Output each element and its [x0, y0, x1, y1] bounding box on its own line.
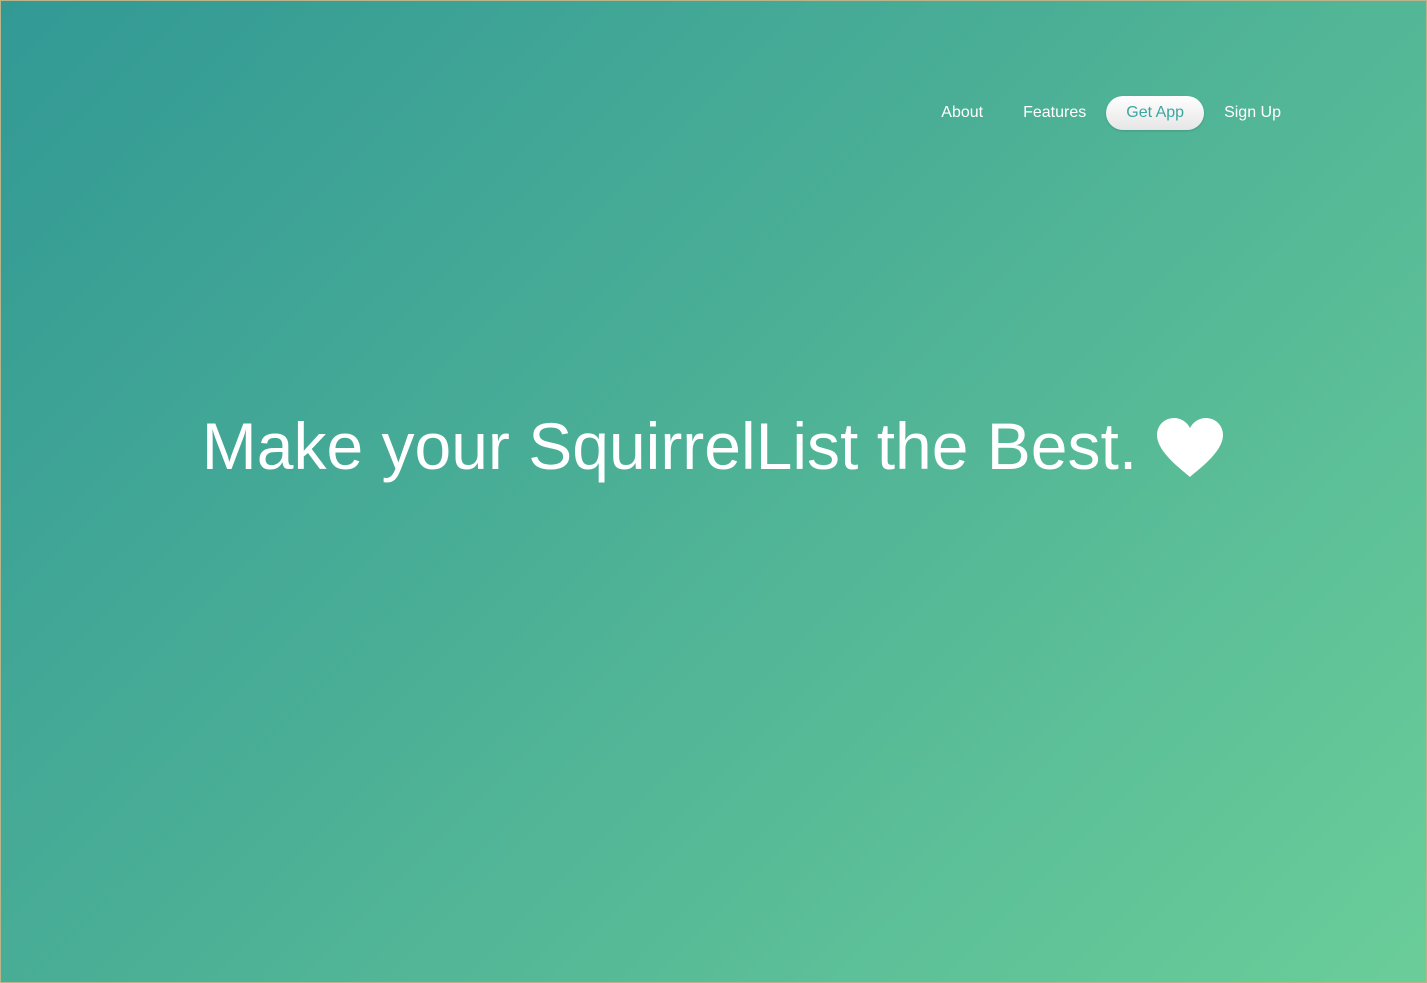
heart-icon	[1155, 417, 1225, 479]
landing-page: About Features Get App Sign Up Make your…	[0, 0, 1427, 983]
nav-link-sign-up[interactable]: Sign Up	[1204, 96, 1301, 130]
nav-link-features[interactable]: Features	[1003, 96, 1106, 130]
get-app-button[interactable]: Get App	[1106, 96, 1205, 130]
hero-title: Make your SquirrelList the Best.	[201, 409, 1138, 483]
top-navigation: About Features Get App Sign Up	[921, 96, 1301, 130]
nav-link-about[interactable]: About	[921, 96, 1003, 130]
hero-section: Make your SquirrelList the Best.	[1, 406, 1426, 486]
